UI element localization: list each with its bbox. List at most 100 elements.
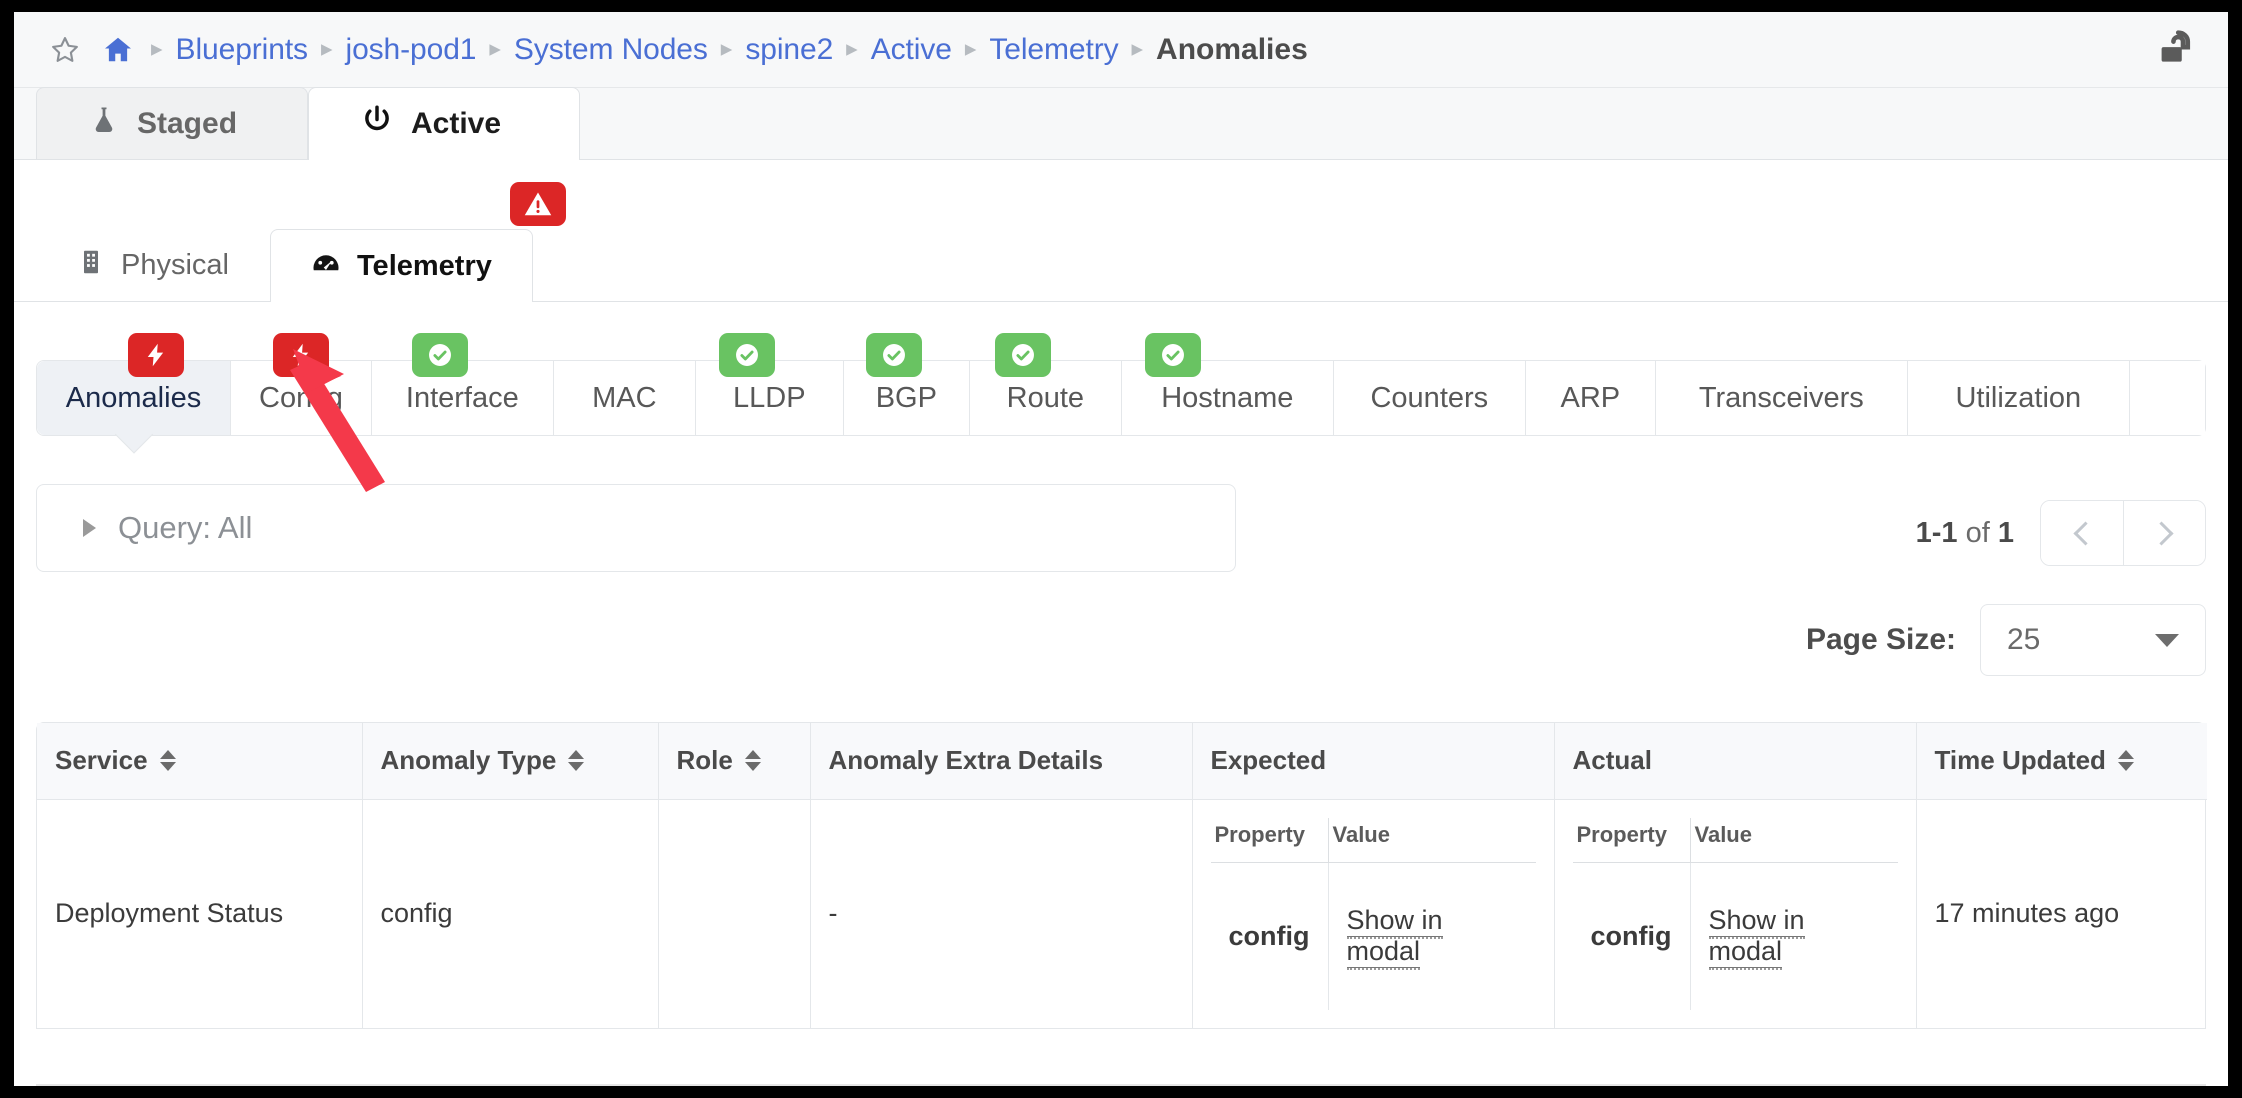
expected-value-cell: Show in modal xyxy=(1328,862,1536,1010)
actual-show-in-modal-link[interactable]: Show in modal xyxy=(1708,905,1805,971)
page-size-label: Page Size: xyxy=(1805,623,1956,656)
telemetry-warning-badge xyxy=(509,182,566,226)
column-header-expected-label: Expected xyxy=(1210,745,1327,776)
column-header-anomaly-extra-details-label: Anomaly Extra Details xyxy=(828,745,1104,776)
subtab-interface[interactable]: Interface xyxy=(371,333,554,435)
subtab-bgp[interactable]: BGP xyxy=(843,333,970,435)
pagination-summary: 1-1 of 1 xyxy=(1916,517,2014,550)
flask-icon xyxy=(89,105,119,143)
actual-value-cell: Show in modal xyxy=(1690,862,1898,1010)
triangle-right-icon xyxy=(83,519,96,537)
subtab-bar-filler xyxy=(2129,361,2205,435)
column-header-actual: Actual xyxy=(1554,723,1917,800)
app-window: ▸ Blueprints ▸ josh-pod1 ▸ System Nodes … xyxy=(14,12,2228,1086)
subtab-utilization-label: Utilization xyxy=(1955,381,2082,414)
subtab-counters[interactable]: Counters xyxy=(1333,361,1526,435)
subtab-route[interactable]: Route xyxy=(969,333,1122,435)
column-header-service[interactable]: Service xyxy=(37,723,363,800)
subtab-arp-label: ARP xyxy=(1560,381,1621,414)
breadcrumb-item-system-nodes[interactable]: System Nodes xyxy=(514,33,708,67)
breadcrumb-item-josh-pod1[interactable]: josh-pod1 xyxy=(346,33,477,67)
page-size-select[interactable]: 25 xyxy=(1980,604,2206,676)
pagination-of: of xyxy=(1965,516,1990,549)
bgp-ok-badge xyxy=(866,333,923,377)
breadcrumb-item-spine2[interactable]: spine2 xyxy=(745,33,833,67)
cell-expected: Property Value config Show in modal xyxy=(1192,799,1555,1028)
home-icon[interactable] xyxy=(102,35,134,65)
breadcrumb-separator: ▸ xyxy=(720,35,733,61)
subtab-lldp[interactable]: LLDP xyxy=(695,333,844,435)
subtab-hostname[interactable]: Hostname xyxy=(1121,333,1334,435)
query-expander[interactable]: Query: All xyxy=(36,484,1236,572)
breadcrumb-item-active[interactable]: Active xyxy=(871,33,952,67)
subtab-counters-label: Counters xyxy=(1370,381,1489,414)
table-header-row: Service Anomaly Type Role Anomaly Extra … xyxy=(37,723,2207,800)
breadcrumb-item-blueprints[interactable]: Blueprints xyxy=(176,33,309,67)
next-page-button[interactable] xyxy=(2123,501,2205,565)
table-row[interactable]: Deployment Status config - Property Valu… xyxy=(37,799,2207,1028)
tab-staged[interactable]: Staged xyxy=(36,87,308,159)
anomalies-table: Service Anomaly Type Role Anomaly Extra … xyxy=(36,722,2207,1029)
power-icon xyxy=(361,104,393,144)
cell-anomaly-type: config xyxy=(362,799,659,1028)
column-header-time-updated-label: Time Updated xyxy=(1934,745,2106,776)
actual-header-row: Property Value xyxy=(1572,817,1898,863)
subtab-config[interactable]: Config xyxy=(231,333,372,435)
column-header-anomaly-type[interactable]: Anomaly Type xyxy=(362,723,659,800)
tab-physical[interactable]: Physical xyxy=(36,229,270,301)
column-header-role[interactable]: Role xyxy=(658,723,811,800)
subtab-anomalies[interactable]: Anomalies xyxy=(37,333,231,435)
column-header-time-updated[interactable]: Time Updated xyxy=(1916,723,2207,800)
gauge-icon xyxy=(311,247,341,285)
expected-show-in-modal-link[interactable]: Show in modal xyxy=(1346,905,1443,971)
interface-ok-badge xyxy=(412,333,469,377)
expected-data-row: config Show in modal xyxy=(1210,862,1536,1010)
chevron-right-icon xyxy=(2149,520,2174,546)
tab-active[interactable]: Active xyxy=(308,87,580,160)
expected-value-header: Value xyxy=(1328,817,1536,863)
pagination-range: 1-1 xyxy=(1915,516,1958,549)
subtab-hostname-label: Hostname xyxy=(1161,381,1294,414)
subtab-mac-label: MAC xyxy=(592,381,657,414)
route-ok-badge xyxy=(995,333,1052,377)
anomalies-alert-badge xyxy=(127,333,184,377)
actual-data-row: config Show in modal xyxy=(1572,862,1898,1010)
expected-property-table: Property Value config Show in modal xyxy=(1210,817,1536,1010)
subtab-transceivers[interactable]: Transceivers xyxy=(1655,361,1908,435)
subtab-bgp-label: BGP xyxy=(875,381,937,414)
breadcrumb-separator: ▸ xyxy=(1131,35,1144,61)
favorite-star-icon[interactable] xyxy=(50,35,80,65)
unlocked-padlock-icon[interactable] xyxy=(2154,24,2206,76)
caret-down-icon xyxy=(2155,633,2179,647)
tab-physical-label: Physical xyxy=(121,249,229,281)
pagination: 1-1 of 1 xyxy=(1916,484,2206,566)
actual-value-header: Value xyxy=(1690,817,1898,863)
subtab-utilization[interactable]: Utilization xyxy=(1907,361,2130,435)
subtab-arp[interactable]: ARP xyxy=(1525,361,1656,435)
hostname-ok-badge xyxy=(1145,333,1202,377)
page-size-row: Page Size: 25 xyxy=(36,604,2206,676)
column-header-anomaly-extra-details: Anomaly Extra Details xyxy=(810,723,1193,800)
cell-time-updated: 17 minutes ago xyxy=(1934,898,2120,929)
tab-telemetry-label: Telemetry xyxy=(357,249,492,282)
horizontal-scrollbar-track[interactable] xyxy=(36,1084,2206,1086)
cell-actual: Property Value config Show in modal xyxy=(1554,799,1917,1028)
column-header-expected: Expected xyxy=(1192,723,1555,800)
column-header-actual-label: Actual xyxy=(1572,745,1652,776)
prev-page-button[interactable] xyxy=(2041,501,2123,565)
column-header-role-label: Role xyxy=(676,745,733,776)
building-icon xyxy=(77,248,105,284)
page-size-value: 25 xyxy=(2007,623,2041,656)
tab-telemetry[interactable]: Telemetry xyxy=(270,182,566,302)
sort-icon[interactable] xyxy=(2117,750,2134,772)
sort-icon[interactable] xyxy=(744,750,761,772)
breadcrumb-item-telemetry[interactable]: Telemetry xyxy=(989,33,1118,67)
telemetry-subtab-bar: Anomalies Config Interface MAC LLDP BGP … xyxy=(36,333,2206,436)
actual-property-header: Property xyxy=(1572,817,1691,863)
sort-icon[interactable] xyxy=(159,750,176,772)
breadcrumb-bar: ▸ Blueprints ▸ josh-pod1 ▸ System Nodes … xyxy=(14,12,2228,88)
expected-property-name: config xyxy=(1210,862,1329,1010)
subtab-mac[interactable]: MAC xyxy=(553,361,696,435)
sort-icon[interactable] xyxy=(568,750,585,772)
breadcrumb-separator: ▸ xyxy=(320,35,333,61)
